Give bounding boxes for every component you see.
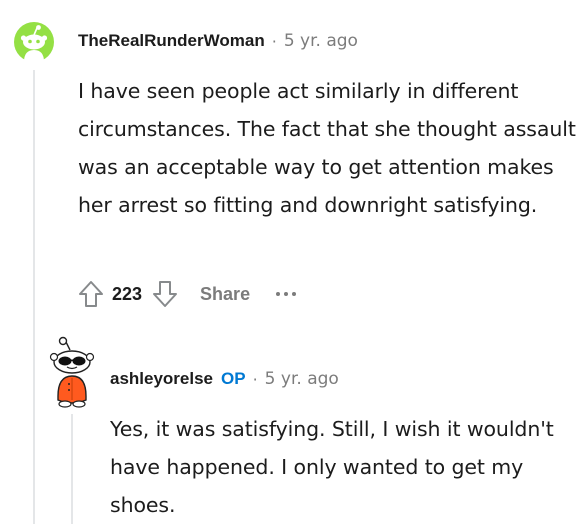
vote-score: 223 xyxy=(112,283,143,304)
comment-actions: 223 Share xyxy=(74,276,297,312)
more-options-button[interactable] xyxy=(276,276,297,312)
comment-author[interactable]: TheRealRunderWoman xyxy=(78,31,265,51)
ellipsis-dot xyxy=(284,292,289,296)
thread-line[interactable] xyxy=(71,414,73,524)
downvote-button[interactable] xyxy=(148,276,182,312)
user-avatar[interactable] xyxy=(48,336,96,410)
comment-body: I have seen people act similarly in diff… xyxy=(78,79,576,217)
comment-body: Yes, it was satisfying. Still, I wish it… xyxy=(110,417,554,517)
ellipsis-dot xyxy=(292,292,297,296)
downvote-arrow-icon xyxy=(153,281,178,307)
comment-timestamp[interactable]: 5 yr. ago xyxy=(265,369,339,389)
comment-timestamp[interactable]: 5 yr. ago xyxy=(284,31,358,51)
snoo-avatar-icon xyxy=(14,22,54,62)
snoo-sunglasses-avatar-icon xyxy=(49,336,95,408)
separator-dot: · xyxy=(252,369,258,389)
ellipsis-dot xyxy=(276,292,281,296)
comment-thread: TheRealRunderWoman · 5 yr. ago I have se… xyxy=(0,0,581,524)
comment-header: TheRealRunderWoman · 5 yr. ago xyxy=(78,30,358,52)
comment-author[interactable]: ashleyorelse xyxy=(110,369,213,389)
upvote-arrow-icon xyxy=(79,281,103,307)
thread-line[interactable] xyxy=(33,70,35,524)
upvote-button[interactable] xyxy=(74,276,108,312)
user-avatar[interactable] xyxy=(14,22,54,62)
share-button[interactable]: Share xyxy=(200,284,250,305)
comment-header: ashleyorelse OP · 5 yr. ago xyxy=(110,368,339,390)
separator-dot: · xyxy=(271,31,277,51)
op-badge: OP xyxy=(221,369,246,388)
